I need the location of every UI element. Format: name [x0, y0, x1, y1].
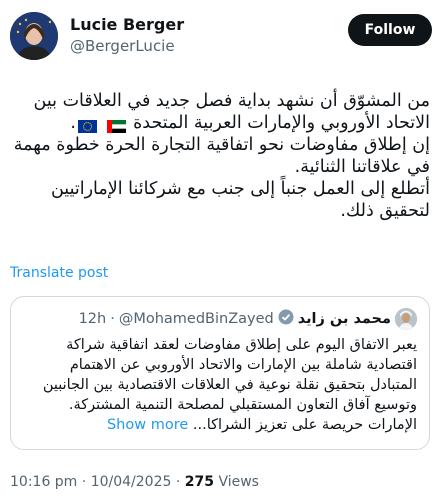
quoted-handle[interactable]: @MohamedBinZayed [119, 311, 274, 327]
views-count: 275 [184, 474, 214, 490]
quoted-timestamp[interactable]: 12h [79, 311, 107, 327]
verified-badge-icon [278, 309, 294, 329]
translate-post-link[interactable]: Translate post [10, 265, 108, 281]
footer-separator: · [175, 474, 181, 490]
tweet-header: Lucie Berger @BergerLucie Follow [8, 12, 432, 62]
tweet-paragraph: من المشوّق أن نشهد بداية فصل جديد في الع… [33, 91, 430, 133]
quoted-display-name[interactable]: محمد بن زايد [298, 311, 391, 327]
author-handle[interactable]: @BergerLucie [70, 35, 184, 57]
views-label: Views [218, 474, 259, 490]
tweet-paragraph: أتطلع إلى العمل جنباً إلى جنب مع شركائنا… [50, 179, 430, 221]
meta-separator: · [110, 311, 115, 327]
quoted-tweet-header: محمد بن زايد @MohamedBinZayed · 12h [23, 307, 417, 331]
show-more-link[interactable]: Show more [107, 417, 188, 433]
quoted-tweet[interactable]: محمد بن زايد @MohamedBinZayed · 12h يعبر… [10, 296, 430, 450]
quoted-text-body: يعبر الاتفاق اليوم على إطلاق مفاوضات لعق… [42, 337, 417, 433]
quoted-avatar[interactable] [395, 308, 417, 330]
uae-flag-icon [106, 117, 126, 133]
author-names: Lucie Berger @BergerLucie [70, 15, 184, 57]
tweet-paragraph: إن إطلاق مفاوضات نحو اتفاقية التجارة الح… [13, 135, 430, 177]
post-date[interactable]: 10/04/2025 [91, 474, 172, 490]
eu-flag-icon [77, 117, 97, 133]
post-time[interactable]: 10:16 pm [10, 474, 77, 490]
footer-separator: · [81, 474, 87, 490]
tweet-footer: 10:16 pm · 10/04/2025 · 275 Views [10, 474, 259, 490]
tweet-text: من المشوّق أن نشهد بداية فصل جديد في الع… [10, 90, 430, 222]
display-name[interactable]: Lucie Berger [70, 15, 184, 35]
avatar[interactable] [10, 12, 58, 60]
follow-button[interactable]: Follow [348, 14, 432, 46]
quoted-tweet-text: يعبر الاتفاق اليوم على إطلاق مفاوضات لعق… [23, 335, 417, 435]
